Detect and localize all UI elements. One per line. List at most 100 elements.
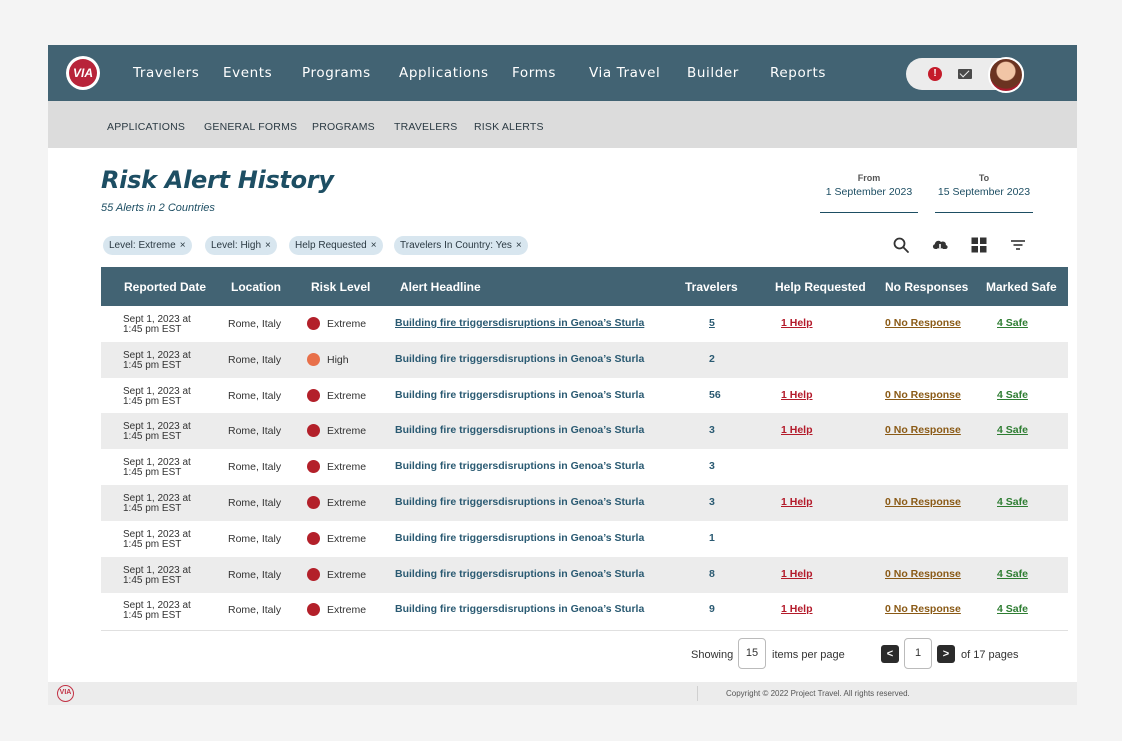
travelers-count-link[interactable]: 8 — [709, 568, 715, 580]
alert-headline-link[interactable]: Building fire triggersdisruptions in Gen… — [395, 532, 644, 544]
subnav-item-risk-alerts[interactable]: RISK ALERTS — [474, 121, 544, 133]
chip-label: Help Requested — [295, 240, 367, 251]
marked-safe-link[interactable]: 4 Safe — [997, 389, 1028, 401]
column-header-alert-headline[interactable]: Alert Headline — [400, 280, 481, 294]
help-requested-link[interactable]: 1 Help — [781, 389, 813, 401]
chip-label: Level: High — [211, 240, 262, 251]
column-header-reported-date[interactable]: Reported Date — [124, 280, 206, 294]
column-header-marked-safe[interactable]: Marked Safe — [986, 280, 1057, 294]
alert-headline-link[interactable]: Building fire triggersdisruptions in Gen… — [395, 424, 644, 436]
alert-headline-link[interactable]: Building fire triggersdisruptions in Gen… — [395, 496, 644, 508]
alert-headline-link[interactable]: Building fire triggersdisruptions in Gen… — [395, 568, 644, 580]
marked-safe-link[interactable]: 4 Safe — [997, 568, 1028, 580]
risk-level-dot — [307, 424, 320, 438]
subnav-item-general-forms[interactable]: GENERAL FORMS — [204, 121, 297, 133]
alert-headline-link[interactable]: Building fire triggersdisruptions in Gen… — [395, 353, 644, 365]
reported-time-line: 1:45 pm EST — [123, 324, 182, 335]
risk-level-label: Extreme — [327, 568, 367, 581]
marked-safe-link[interactable]: 4 Safe — [997, 496, 1028, 508]
close-icon[interactable]: × — [516, 240, 522, 251]
nav-item-forms[interactable]: Forms — [512, 65, 556, 81]
nav-item-events[interactable]: Events — [223, 65, 272, 81]
column-header-location[interactable]: Location — [231, 280, 281, 294]
column-header-help-requested[interactable]: Help Requested — [775, 280, 866, 294]
travelers-count-link[interactable]: 9 — [709, 603, 715, 615]
from-date-field[interactable]: 1 September 2023 — [820, 186, 918, 213]
marked-safe-link[interactable]: 4 Safe — [997, 317, 1028, 329]
marked-safe-link[interactable]: 4 Safe — [997, 603, 1028, 615]
help-requested-link[interactable]: 1 Help — [781, 496, 813, 508]
column-header-no-responses[interactable]: No Responses — [885, 280, 968, 294]
help-requested-link[interactable]: 1 Help — [781, 317, 813, 329]
avatar[interactable] — [988, 57, 1024, 93]
nav-item-builder[interactable]: Builder — [687, 65, 739, 81]
column-header-risk-level[interactable]: Risk Level — [311, 280, 370, 294]
mail-icon[interactable] — [958, 69, 972, 79]
travelers-count-link[interactable]: 3 — [709, 496, 715, 508]
alert-headline-link[interactable]: Building fire triggersdisruptions in Gen… — [395, 317, 644, 329]
travelers-count-link[interactable]: 2 — [709, 353, 715, 365]
cloud-download-icon[interactable] — [931, 236, 949, 254]
no-response-link[interactable]: 0 No Response — [885, 317, 961, 329]
risk-level-label: Extreme — [327, 461, 367, 474]
alert-headline-link[interactable]: Building fire triggersdisruptions in Gen… — [395, 389, 644, 401]
column-header-travelers[interactable]: Travelers — [685, 280, 738, 294]
reported-date: Sept 1, 2023 at 1:45 pm EST — [123, 350, 191, 371]
no-response-link[interactable]: 0 No Response — [885, 496, 961, 508]
prev-page-button[interactable]: < — [881, 645, 899, 663]
filter-chip-level-high[interactable]: Level: High × — [205, 236, 277, 255]
alert-headline-link[interactable]: Building fire triggersdisruptions in Gen… — [395, 603, 644, 615]
no-response-link[interactable]: 0 No Response — [885, 424, 961, 436]
nav-item-via-travel[interactable]: Via Travel — [589, 65, 660, 81]
nav-item-applications[interactable]: Applications — [399, 65, 489, 81]
page-number-input[interactable]: 1 — [904, 638, 932, 669]
footer-logo: VIA — [57, 685, 74, 702]
footer: VIA Copyright © 2022 Project Travel. All… — [48, 682, 1077, 705]
travelers-count-link[interactable]: 3 — [709, 460, 715, 472]
grid-view-icon[interactable] — [970, 236, 988, 254]
close-icon[interactable]: × — [265, 240, 271, 251]
reported-time-line: 1:45 pm EST — [123, 610, 182, 622]
close-icon[interactable]: × — [371, 240, 377, 251]
nav-item-travelers[interactable]: Travelers — [133, 65, 199, 81]
reported-date: Sept 1, 2023 at 1:45 pm EST — [123, 529, 191, 550]
no-response-link[interactable]: 0 No Response — [885, 568, 961, 580]
filter-chip-travelers-in-country[interactable]: Travelers In Country: Yes × — [394, 236, 528, 255]
alert-icon[interactable]: ! — [928, 67, 942, 81]
nav-item-reports[interactable]: Reports — [770, 65, 826, 81]
filter-icon[interactable] — [1009, 236, 1027, 254]
location-cell: Rome, Italy — [228, 461, 282, 474]
filter-chip-level-extreme[interactable]: Level: Extreme × — [103, 236, 192, 255]
risk-level-label: Extreme — [327, 425, 367, 438]
help-requested-link[interactable]: 1 Help — [781, 424, 813, 436]
app-logo[interactable]: VIA — [66, 56, 100, 90]
travelers-count-link[interactable]: 56 — [709, 389, 721, 401]
table-row: Sept 1, 2023 at 1:45 pm EST Rome, Italy Ext… — [101, 413, 1068, 450]
location-cell: Rome, Italy — [228, 497, 282, 509]
search-icon[interactable] — [892, 236, 910, 254]
travelers-count-link[interactable]: 3 — [709, 424, 715, 436]
marked-safe-link[interactable]: 4 Safe — [997, 424, 1028, 436]
help-requested-link[interactable]: 1 Help — [781, 603, 813, 615]
nav-item-programs[interactable]: Programs — [302, 65, 371, 81]
items-per-page-select[interactable]: 15 — [738, 638, 766, 669]
help-requested-link[interactable]: 1 Help — [781, 568, 813, 580]
travelers-count-link[interactable]: 5 — [709, 317, 715, 329]
close-icon[interactable]: × — [180, 240, 186, 251]
subnav-item-programs[interactable]: PROGRAMS — [312, 121, 375, 133]
chip-label: Level: Extreme — [109, 240, 176, 251]
no-response-link[interactable]: 0 No Response — [885, 603, 961, 615]
user-actions-pill: ! — [906, 57, 1024, 93]
location-cell: Rome, Italy — [228, 425, 282, 438]
no-response-link[interactable]: 0 No Response — [885, 389, 961, 401]
travelers-count-link[interactable]: 1 — [709, 532, 715, 544]
subnav-item-applications[interactable]: APPLICATIONS — [107, 121, 185, 133]
table-divider — [101, 630, 1068, 631]
to-date-field[interactable]: 15 September 2023 — [935, 186, 1033, 213]
chip-label: Travelers In Country: Yes — [400, 240, 512, 251]
filter-chip-help-requested[interactable]: Help Requested × — [289, 236, 383, 255]
alert-headline-link[interactable]: Building fire triggersdisruptions in Gen… — [395, 460, 644, 472]
subnav-item-travelers[interactable]: TRAVELERS — [394, 121, 457, 133]
location-cell: Rome, Italy — [228, 568, 282, 581]
next-page-button[interactable]: > — [937, 645, 955, 663]
